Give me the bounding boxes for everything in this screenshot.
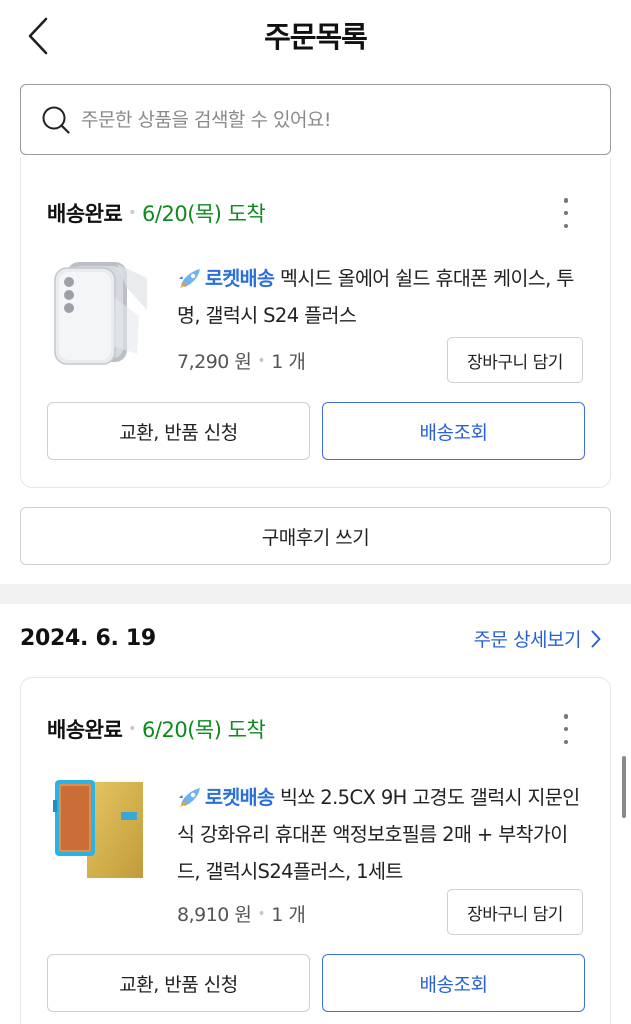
order-card: 배송완료 • 6/20(목) 도착 로켓배송 멕시드 올에어 쉴드 휴대폰 케이… xyxy=(20,158,611,488)
section-divider xyxy=(0,584,631,604)
page-title: 주문목록 xyxy=(264,20,368,54)
add-to-cart-button[interactable]: 장바구니 담기 xyxy=(447,337,583,383)
search-bar[interactable] xyxy=(20,84,611,155)
track-delivery-button[interactable]: 배송조회 xyxy=(322,954,585,1012)
write-review-button[interactable]: 구매후기 쓰기 xyxy=(20,507,611,565)
separator-dot: • xyxy=(257,352,266,369)
separator-dot: • xyxy=(128,205,137,221)
add-to-cart-button[interactable]: 장바구니 담기 xyxy=(447,889,583,935)
product-price: 7,290 원 xyxy=(177,351,252,373)
exchange-return-button[interactable]: 교환, 반품 신청 xyxy=(47,954,310,1012)
rocket-icon xyxy=(179,788,200,807)
arrival-date: 6/20(목) 도착 xyxy=(142,718,266,742)
more-vertical-icon-dot xyxy=(563,739,569,744)
product-quantity: 1 개 xyxy=(271,904,306,926)
more-vertical-icon xyxy=(563,198,569,203)
separator-dot: • xyxy=(128,721,137,737)
more-vertical-icon-dot xyxy=(563,223,569,228)
search-icon xyxy=(42,106,70,134)
product-quantity: 1 개 xyxy=(271,351,306,373)
more-options-button[interactable] xyxy=(556,198,576,228)
order-detail-link[interactable]: 주문 상세보기 xyxy=(474,625,601,652)
order-date: 2024. 6. 19 xyxy=(20,626,156,651)
more-vertical-icon-dot xyxy=(563,210,569,216)
search-input[interactable] xyxy=(81,108,581,131)
order-detail-label: 주문 상세보기 xyxy=(473,629,582,651)
track-delivery-button[interactable]: 배송조회 xyxy=(322,402,585,460)
product-thumbnail[interactable] xyxy=(47,776,153,886)
scrollbar[interactable] xyxy=(622,756,626,818)
separator-dot: • xyxy=(257,905,266,922)
delivery-status: 배송완료 xyxy=(47,202,123,226)
rocket-icon xyxy=(179,269,200,288)
more-options-button[interactable] xyxy=(556,714,576,744)
rocket-delivery-badge: 로켓배송 xyxy=(205,786,275,809)
more-vertical-icon-dot xyxy=(563,726,569,732)
chevron-right-icon xyxy=(591,630,601,647)
delivery-status: 배송완료 xyxy=(47,718,123,742)
exchange-return-button[interactable]: 교환, 반품 신청 xyxy=(47,402,310,460)
rocket-delivery-badge: 로켓배송 xyxy=(205,267,275,290)
price-row: 8,910 원 • 1 개 xyxy=(177,900,306,927)
product-thumbnail[interactable] xyxy=(47,258,153,368)
more-vertical-icon xyxy=(563,714,569,719)
product-name[interactable]: 로켓배송 멕시드 올에어 쉴드 휴대폰 케이스, 투명, 갤럭시 S24 플러스 xyxy=(177,260,580,334)
price-row: 7,290 원 • 1 개 xyxy=(177,347,306,374)
delivery-status-row: 배송완료 • 6/20(목) 도착 xyxy=(47,714,266,744)
delivery-status-row: 배송완료 • 6/20(목) 도착 xyxy=(47,198,266,228)
header: 주문목록 xyxy=(0,0,631,74)
arrival-date: 6/20(목) 도착 xyxy=(142,202,266,226)
product-price: 8,910 원 xyxy=(177,904,252,926)
order-card: 배송완료 • 6/20(목) 도착 로켓배송 빅쏘 2.5CX 9H 고경도 갤… xyxy=(20,677,611,1024)
product-name[interactable]: 로켓배송 빅쏘 2.5CX 9H 고경도 갤럭시 지문인식 강화유리 휴대폰 액… xyxy=(177,779,580,890)
